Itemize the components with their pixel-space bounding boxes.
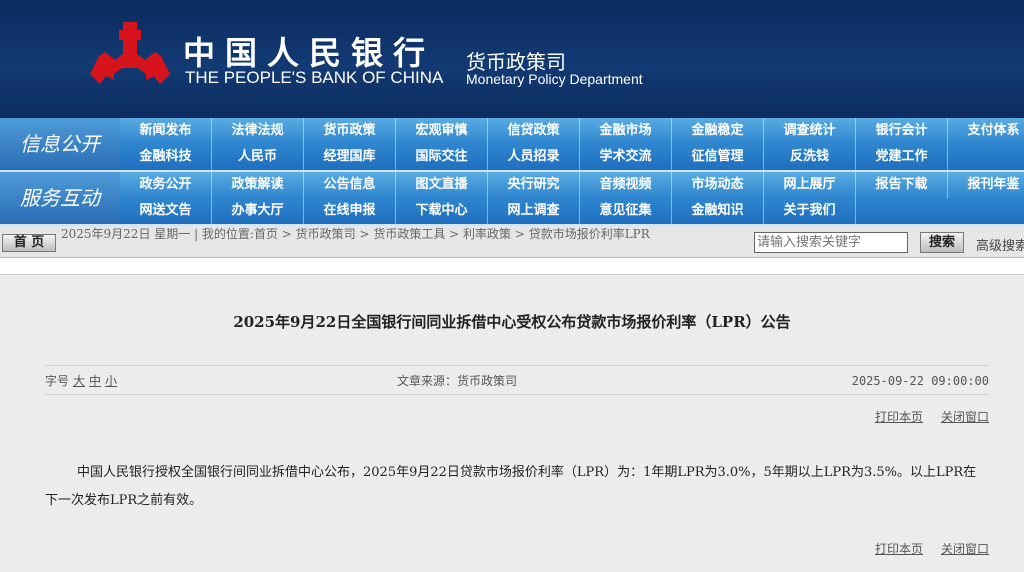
nav-item[interactable]: 宏观审慎: [396, 118, 488, 144]
nav-item[interactable]: 经理国库: [304, 144, 396, 170]
nav-item[interactable]: 银行会计: [856, 118, 948, 144]
nav-item[interactable]: 央行研究: [488, 172, 580, 198]
nav-row: 金融科技 人民币 经理国库 国际交往 人员招录 学术交流 征信管理 反洗钱 党建工作: [120, 144, 948, 170]
search-button[interactable]: 搜索: [920, 232, 964, 253]
breadcrumb-bar: 首 页 2025年9月22日 星期一 | 我的位置:首页 > 货币政策司 > 货…: [0, 226, 1024, 258]
nav-item[interactable]: 反洗钱: [764, 144, 856, 170]
advanced-search-link[interactable]: 高级搜索: [976, 235, 1024, 254]
nav-item[interactable]: 金融市场: [580, 118, 672, 144]
nav-item[interactable]: 音频视频: [580, 172, 672, 198]
divider: [0, 258, 1024, 275]
nav-item[interactable]: 网上调查: [488, 198, 580, 224]
nav-item[interactable]: 金融稳定: [672, 118, 764, 144]
nav-band-label: 信息公开: [0, 118, 120, 170]
font-small-link[interactable]: 小: [105, 374, 117, 388]
print-link[interactable]: 打印本页: [875, 542, 923, 556]
nav-item[interactable]: 法律法规: [212, 118, 304, 144]
nav-item[interactable]: 货币政策: [304, 118, 396, 144]
nav-item[interactable]: 新闻发布: [120, 118, 212, 144]
home-button[interactable]: 首 页: [2, 234, 56, 252]
nav-item[interactable]: 国际交往: [396, 144, 488, 170]
print-link[interactable]: 打印本页: [875, 410, 923, 424]
nav-item[interactable]: 人员招录: [488, 144, 580, 170]
nav-band-service: 服务互动 政务公开 政策解读 公告信息 图文直播 央行研究 音频视频 市场动态 网上展厅 报告下…: [0, 172, 1024, 226]
nav-item[interactable]: 征信管理: [672, 144, 764, 170]
nav-item[interactable]: 网送文告: [120, 198, 212, 224]
nav-item[interactable]: 报刊年鉴: [948, 172, 1024, 198]
breadcrumb: 2025年9月22日 星期一 | 我的位置:首页 > 货币政策司 > 货币政策工…: [61, 227, 650, 241]
article-body: 中国人民银行授权全国银行间同业拆借中心公布，2025年9月22日贷款市场报价利率…: [45, 465, 977, 508]
article-meta: 字号大中小 文章来源：货币政策司 2025-09-22 09:00:00: [45, 365, 989, 395]
nav-item[interactable]: 市场动态: [672, 172, 764, 198]
nav-item[interactable]: 网上展厅: [764, 172, 856, 198]
pboc-logo-icon: [90, 22, 170, 84]
close-window-link[interactable]: 关闭窗口: [941, 542, 989, 556]
nav-item[interactable]: 金融科技: [120, 144, 212, 170]
nav-item[interactable]: 金融知识: [672, 198, 764, 224]
nav-item[interactable]: 图文直播: [396, 172, 488, 198]
nav-item[interactable]: 支付体系: [948, 118, 1024, 144]
site-header: 中国人民银行 THE PEOPLE'S BANK OF CHINA 货币政策司 …: [0, 0, 1024, 118]
nav-row: 政务公开 政策解读 公告信息 图文直播 央行研究 音频视频 市场动态 网上展厅 报告下载 报刊年鉴: [120, 172, 1024, 198]
nav-item[interactable]: 政策解读: [212, 172, 304, 198]
nav-item[interactable]: 党建工作: [856, 144, 948, 170]
nav-item[interactable]: 在线申报: [304, 198, 396, 224]
nav-item[interactable]: 下载中心: [396, 198, 488, 224]
bank-name-en: THE PEOPLE'S BANK OF CHINA: [185, 68, 444, 87]
search-input[interactable]: [754, 232, 908, 253]
nav-item[interactable]: 公告信息: [304, 172, 396, 198]
nav-item[interactable]: 政务公开: [120, 172, 212, 198]
nav-item[interactable]: 调查统计: [764, 118, 856, 144]
nav-item[interactable]: 报告下载: [856, 172, 948, 198]
article-source: 文章来源：货币政策司: [397, 374, 518, 388]
nav-item[interactable]: 办事大厅: [212, 198, 304, 224]
font-medium-link[interactable]: 中: [89, 374, 101, 388]
font-size-label: 字号: [45, 374, 70, 388]
nav-item[interactable]: 信贷政策: [488, 118, 580, 144]
article: 2025年9月22日全国银行间同业拆借中心受权公布贷款市场报价利率（LPR）公告…: [0, 275, 1024, 572]
nav-item[interactable]: 关于我们: [764, 198, 856, 224]
nav-band-label: 服务互动: [0, 172, 120, 224]
nav-item[interactable]: 学术交流: [580, 144, 672, 170]
nav-band-info: 信息公开 新闻发布 法律法规 货币政策 宏观审慎 信贷政策 金融市场 金融稳定 调查统计 银行会…: [0, 118, 1024, 172]
nav-item[interactable]: 意见征集: [580, 198, 672, 224]
dept-name-en: Monetary Policy Department: [466, 71, 643, 87]
font-large-link[interactable]: 大: [73, 374, 85, 388]
page-title: 2025年9月22日全国银行间同业拆借中心受权公布贷款市场报价利率（LPR）公告: [233, 313, 791, 331]
nav-row: 新闻发布 法律法规 货币政策 宏观审慎 信贷政策 金融市场 金融稳定 调查统计 银行会计 支付体系: [120, 118, 1024, 144]
nav-item[interactable]: 人民币: [212, 144, 304, 170]
nav-row: 网送文告 办事大厅 在线申报 下载中心 网上调查 意见征集 金融知识 关于我们: [120, 198, 856, 224]
close-window-link[interactable]: 关闭窗口: [941, 410, 989, 424]
article-datetime: 2025-09-22 09:00:00: [851, 374, 989, 388]
